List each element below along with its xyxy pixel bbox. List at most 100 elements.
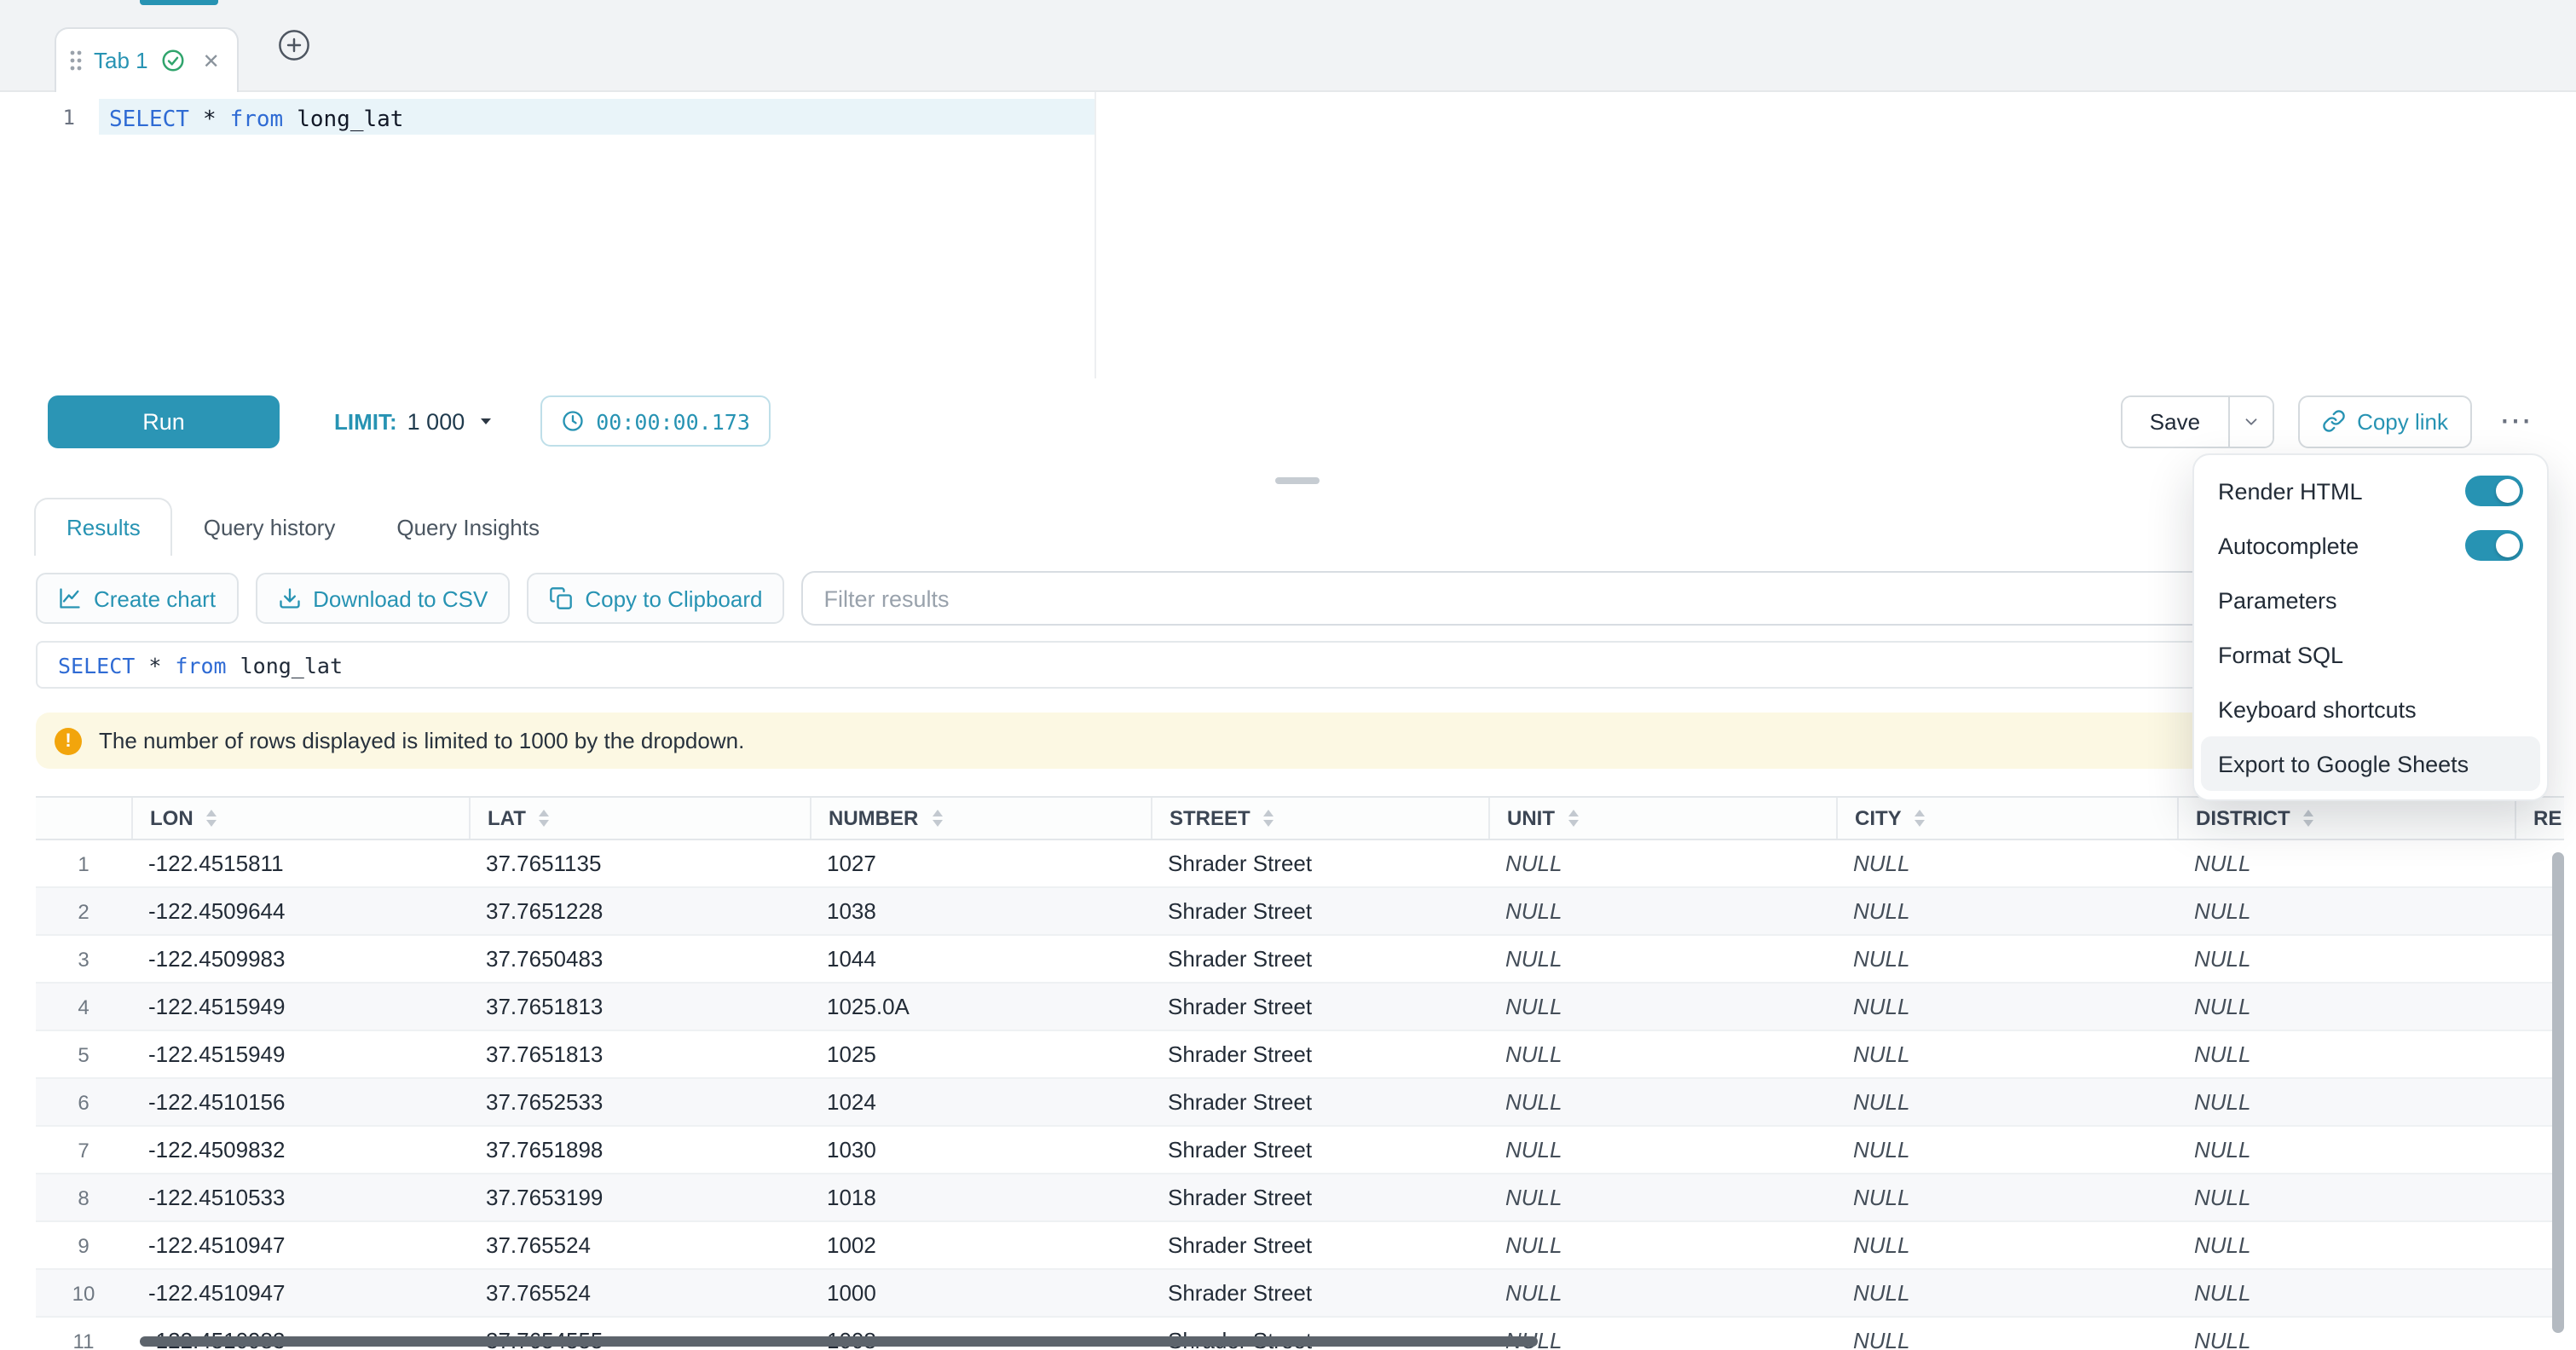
table-cell: NULL	[2177, 1328, 2515, 1350]
column-header-label: STREET	[1170, 806, 1250, 830]
table-cell: 1018	[810, 1185, 1151, 1210]
copy-to-clipboard-button[interactable]: Copy to Clipboard	[527, 573, 784, 624]
sort-icon	[1914, 808, 1927, 828]
tab-results-label: Results	[66, 515, 141, 540]
code-area[interactable]: SELECT * from long_lat	[99, 92, 2576, 378]
menu-item-render-html[interactable]: Render HTML	[2194, 464, 2547, 518]
run-button[interactable]: Run	[48, 395, 280, 447]
column-header-unit[interactable]: UNIT	[1488, 798, 1836, 839]
table-cell: NULL	[1488, 1280, 1836, 1306]
table-cell: NULL	[2177, 1232, 2515, 1258]
download-icon	[277, 586, 301, 610]
code-line[interactable]: SELECT * from long_lat	[99, 102, 2576, 138]
table-cell: 1030	[810, 1137, 1151, 1162]
table-cell: NULL	[1488, 1232, 1836, 1258]
column-header-lat[interactable]: LAT	[469, 798, 810, 839]
save-options-button[interactable]	[2227, 396, 2272, 446]
table-row: 1-122.451581137.76511351027Shrader Stree…	[36, 840, 2564, 888]
options-menu: Render HTML Autocomplete Parameters Form…	[2192, 453, 2549, 801]
menu-item-format-sql[interactable]: Format SQL	[2194, 627, 2547, 682]
tab-query-history[interactable]: Query history	[173, 498, 367, 556]
table-cell: -122.4515949	[131, 1041, 469, 1067]
link-icon	[2321, 409, 2345, 433]
table-cell: 37.7650483	[469, 946, 810, 972]
column-header-street[interactable]: STREET	[1151, 798, 1488, 839]
column-header-lon[interactable]: LON	[131, 798, 469, 839]
table-cell: 1024	[810, 1089, 1151, 1115]
caret-down-icon	[475, 411, 495, 431]
table-cell: 37.7651813	[469, 994, 810, 1019]
menu-item-label: Parameters	[2218, 587, 2337, 613]
table-cell: 37.765524	[469, 1280, 810, 1306]
table-cell: NULL	[2177, 1089, 2515, 1115]
close-icon[interactable]: ✕	[203, 49, 220, 72]
table-cell: -122.4509832	[131, 1137, 469, 1162]
tab-results[interactable]: Results	[34, 498, 173, 556]
more-options-button[interactable]: ⋯	[2496, 401, 2538, 441]
tab-1[interactable]: Tab 1 ✕	[55, 27, 239, 92]
active-tab-indicator	[140, 0, 218, 5]
horizontal-scrollbar[interactable]	[140, 1336, 1538, 1347]
table-cell: NULL	[1836, 1280, 2177, 1306]
query-toolbar: Run LIMIT: 1 000 00:00:00.173 Save	[0, 378, 2576, 464]
menu-item-keyboard-shortcuts[interactable]: Keyboard shortcuts	[2194, 682, 2547, 736]
table-row: 3-122.450998337.76504831044Shrader Stree…	[36, 936, 2564, 984]
editor-pane-divider	[1095, 92, 1096, 378]
column-header-district[interactable]: DISTRICT	[2177, 798, 2515, 839]
row-number: 2	[36, 899, 131, 923]
table-cell: 1027	[810, 851, 1151, 876]
table-row: 6-122.451015637.76525331024Shrader Stree…	[36, 1079, 2564, 1127]
column-header-label: RE	[2533, 806, 2562, 830]
column-header-label: UNIT	[1507, 806, 1555, 830]
save-split-button: Save	[2121, 395, 2273, 447]
create-chart-button[interactable]: Create chart	[36, 573, 238, 624]
vertical-scrollbar[interactable]	[2552, 852, 2564, 1333]
column-header-city[interactable]: CITY	[1836, 798, 2177, 839]
row-number: 3	[36, 947, 131, 971]
column-header-number[interactable]: NUMBER	[810, 798, 1151, 839]
toggle-knob	[2496, 534, 2520, 557]
column-header-label: NUMBER	[829, 806, 918, 830]
results-action-bar: Create chart Download to CSV Copy to Cli…	[0, 556, 2576, 641]
table-cell: NULL	[2177, 851, 2515, 876]
panel-divider	[0, 464, 2576, 494]
sql-editor[interactable]: 1 SELECT * from long_lat	[0, 92, 2576, 378]
table-cell: NULL	[2177, 898, 2515, 924]
table-cell: NULL	[1836, 946, 2177, 972]
table-cell: NULL	[2177, 1280, 2515, 1306]
drag-handle-icon[interactable]	[70, 49, 82, 72]
add-tab-button[interactable]	[276, 27, 312, 63]
limit-dropdown[interactable]: LIMIT: 1 000	[334, 408, 495, 434]
autocomplete-toggle[interactable]	[2465, 530, 2523, 561]
tab-query-insights[interactable]: Query Insights	[366, 498, 570, 556]
table-cell: 37.7651813	[469, 1041, 810, 1067]
tab-query-insights-label: Query Insights	[396, 514, 540, 539]
menu-item-export-google-sheets[interactable]: Export to Google Sheets	[2201, 736, 2540, 791]
table-cell: 1038	[810, 898, 1151, 924]
table-row: 8-122.451053337.76531991018Shrader Stree…	[36, 1174, 2564, 1222]
save-button[interactable]: Save	[2123, 396, 2227, 446]
table-row: 5-122.451594937.76518131025Shrader Stree…	[36, 1031, 2564, 1079]
tab-query-history-label: Query history	[204, 514, 336, 539]
menu-item-parameters[interactable]: Parameters	[2194, 573, 2547, 627]
chevron-down-icon	[2241, 412, 2260, 430]
copy-link-button[interactable]: Copy link	[2297, 395, 2472, 447]
download-csv-label: Download to CSV	[313, 586, 488, 611]
download-csv-button[interactable]: Download to CSV	[255, 573, 510, 624]
table-cell: NULL	[2177, 1137, 2515, 1162]
menu-item-label: Keyboard shortcuts	[2218, 696, 2417, 722]
table-cell: -122.4510533	[131, 1185, 469, 1210]
table-body: 1-122.451581137.76511351027Shrader Stree…	[36, 840, 2564, 1350]
render-html-toggle[interactable]	[2465, 476, 2523, 506]
table-cell: NULL	[2177, 994, 2515, 1019]
table-cell: NULL	[1488, 898, 1836, 924]
table-cell: -122.4509983	[131, 946, 469, 972]
table-cell: NULL	[1488, 994, 1836, 1019]
menu-item-autocomplete[interactable]: Autocomplete	[2194, 518, 2547, 573]
sql-ide-window: Tab 1 ✕ 1 SELECT * from long_lat	[0, 0, 2576, 1350]
column-header-re[interactable]: RE	[2515, 798, 2564, 839]
warning-text: The number of rows displayed is limited …	[99, 728, 744, 753]
row-number: 9	[36, 1233, 131, 1257]
menu-item-label: Export to Google Sheets	[2218, 751, 2469, 776]
panel-resize-handle[interactable]	[1275, 477, 1320, 484]
